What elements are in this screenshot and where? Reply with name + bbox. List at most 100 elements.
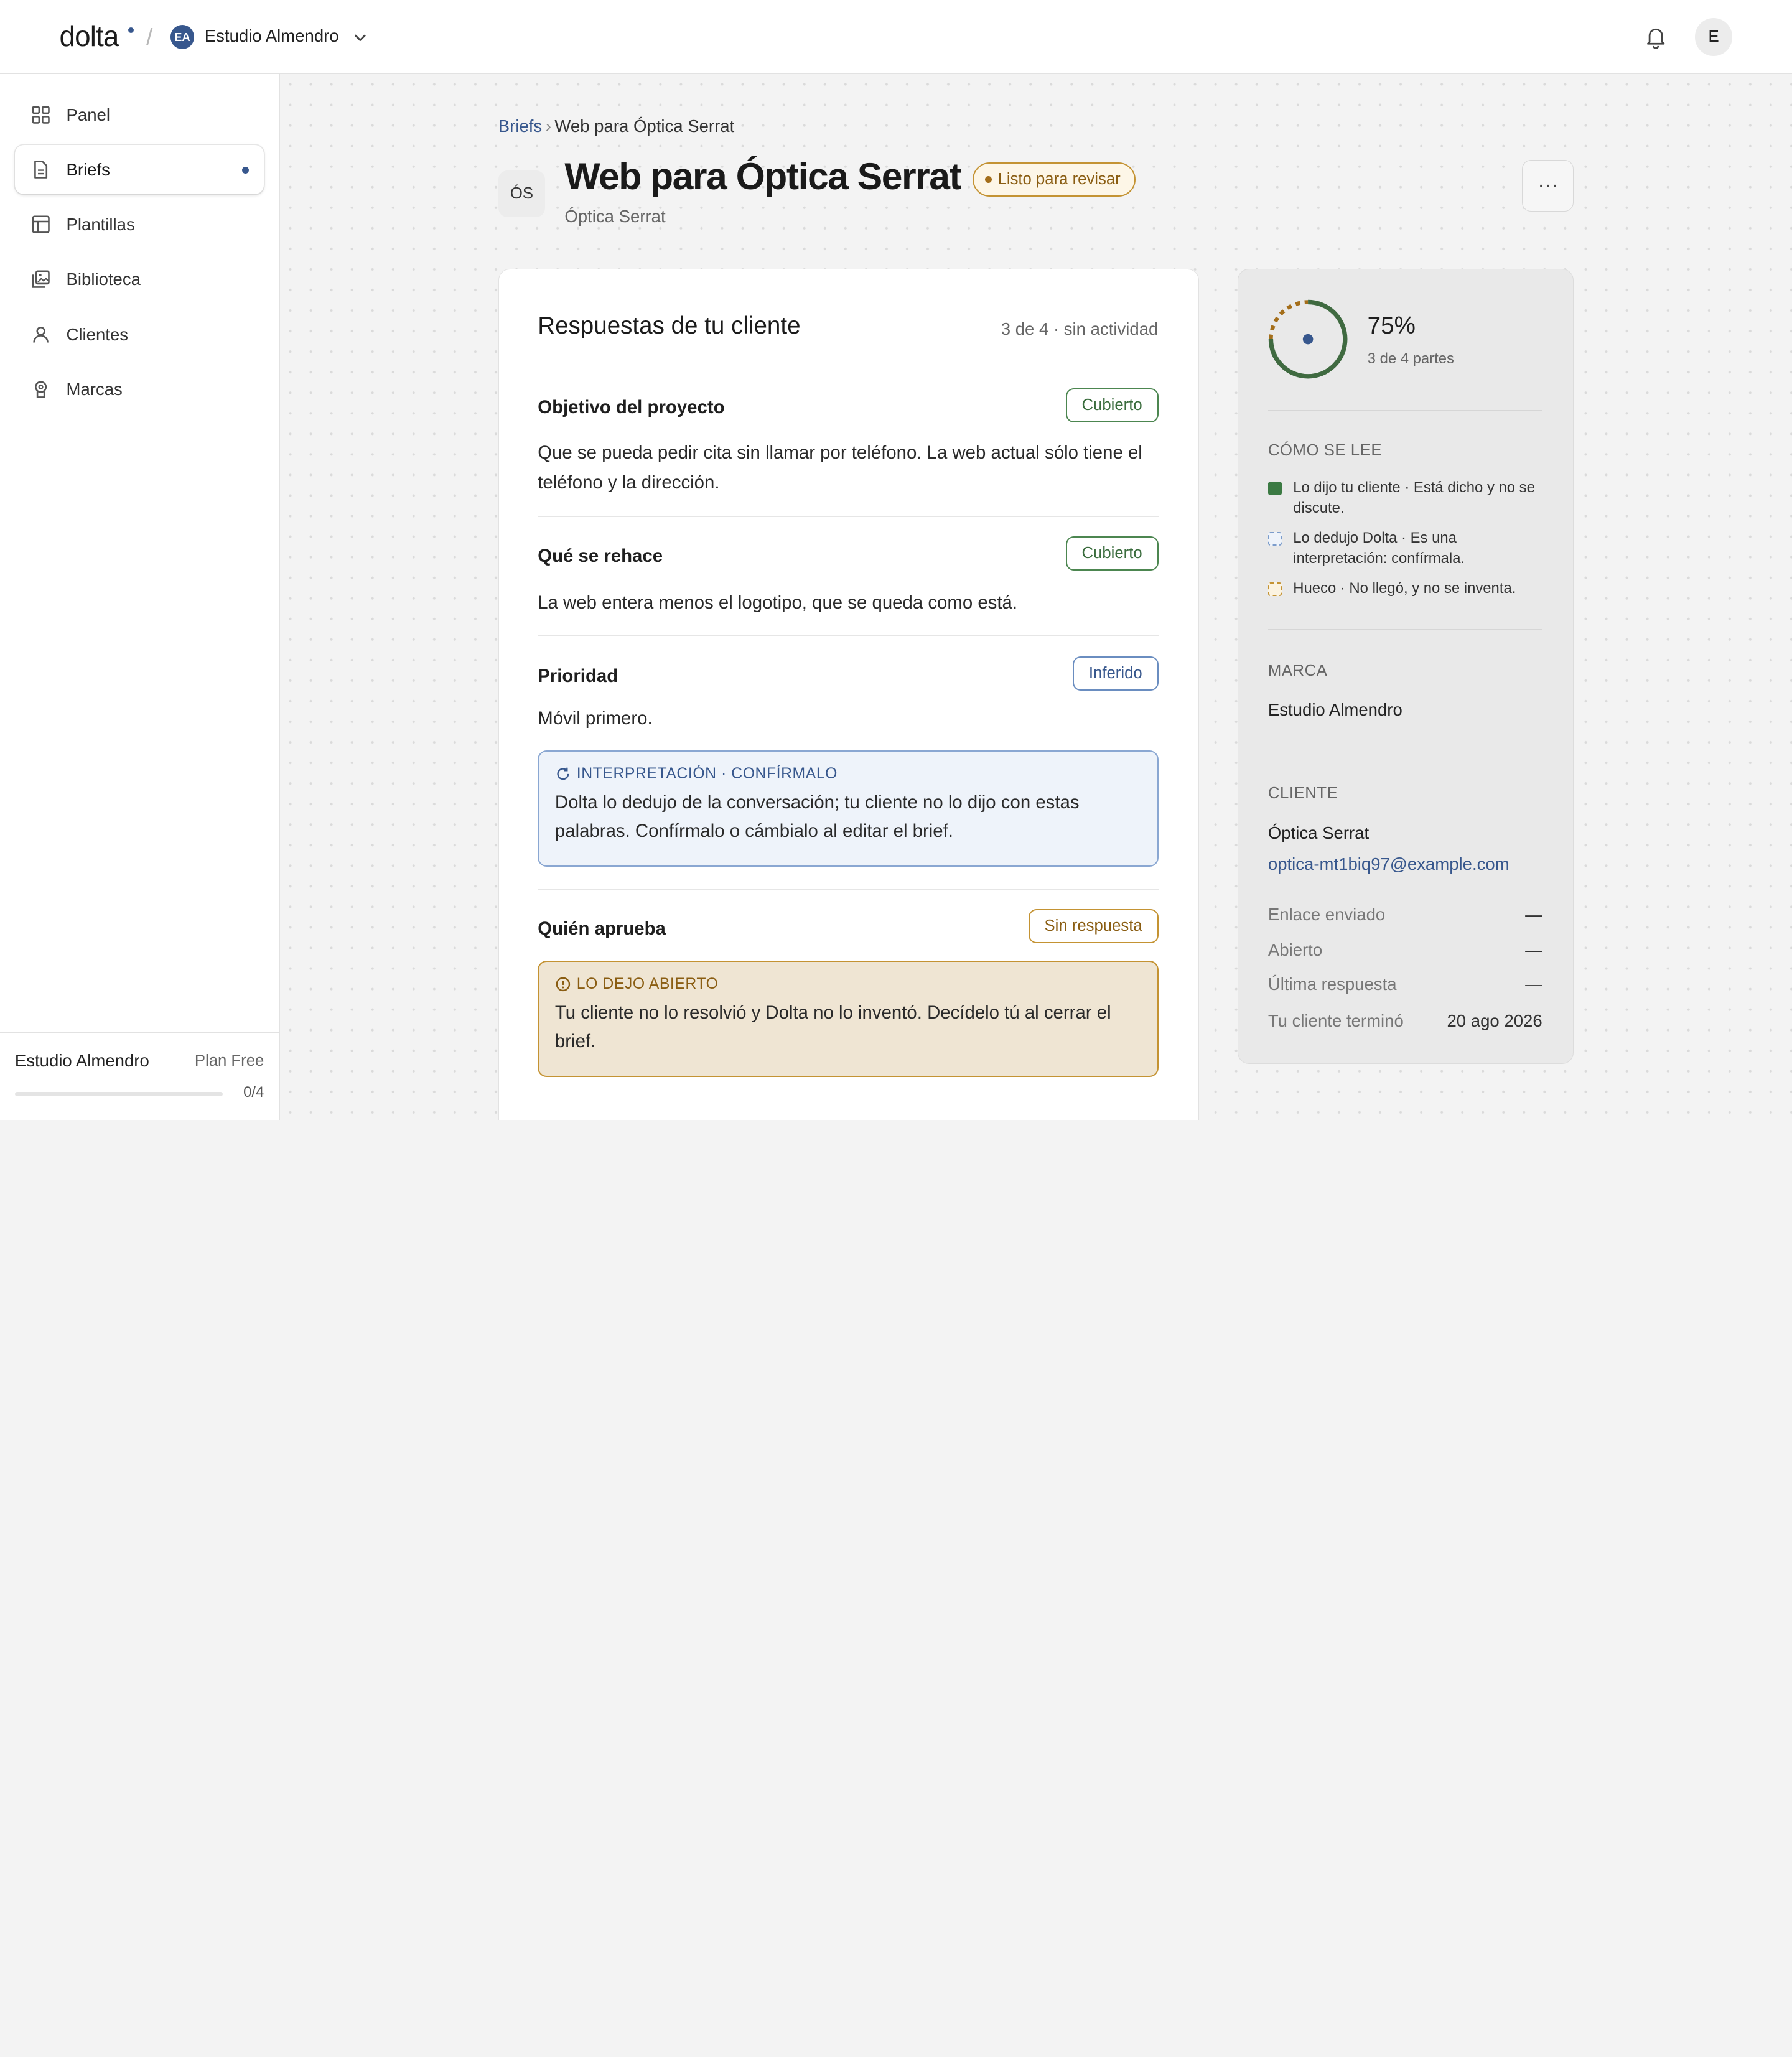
divider <box>538 889 1159 890</box>
question-title: Quién aprueba <box>538 918 666 939</box>
grid-icon <box>32 106 50 124</box>
divider <box>1267 752 1542 754</box>
legend-heading: CÓMO SE LEE <box>1267 441 1383 459</box>
legend-item-gap: Hueco · No llegó, y no se inventa. <box>1267 578 1542 599</box>
sidebar-item-label: Panel <box>66 105 110 124</box>
sidebar-item-plantillas[interactable]: Plantillas <box>15 200 264 249</box>
sidebar-item-label: Marcas <box>66 379 123 399</box>
timeline-label: Tu cliente terminó <box>1267 1010 1404 1030</box>
legend-item-inferred: Lo dedujo Dolta · Es una interpretación:… <box>1267 528 1542 569</box>
timeline-value: — <box>1525 974 1542 994</box>
timeline-value: 20 ago 2026 <box>1447 1010 1542 1030</box>
question-title: Prioridad <box>538 665 618 686</box>
refresh-icon <box>557 767 569 780</box>
note-body: Tu cliente no lo resolvió y Dolta no lo … <box>554 1002 1111 1052</box>
coverage-badge: Sin respuesta <box>1028 909 1159 944</box>
coverage-badge: Cubierto <box>1065 388 1159 422</box>
more-options-button[interactable]: ··· <box>1522 160 1574 212</box>
legend-text: Hueco · No llegó, y no se inventa. <box>1293 579 1516 597</box>
coverage-badge: Inferido <box>1073 656 1159 691</box>
badge-icon <box>34 381 47 398</box>
document-icon <box>34 161 47 179</box>
page-title: Web para Óptica Serrat <box>564 154 961 197</box>
sidebar-item-marcas[interactable]: Marcas <box>15 365 264 414</box>
summary-panel: 75% 3 de 4 partes CÓMO SE LEE Lo dijo tu… <box>1238 268 1574 1064</box>
timeline-row: Última respuesta — <box>1268 974 1542 994</box>
open-question-note: LO DEJO ABIERTO Tu cliente no lo resolvi… <box>538 960 1159 1078</box>
divider <box>1267 409 1542 411</box>
timeline-label: Enlace enviado <box>1267 904 1386 924</box>
logo-dot <box>128 27 134 34</box>
note-heading-label: INTERPRETACIÓN · CONFÍRMALO <box>576 765 838 782</box>
client-heading: CLIENTE <box>1267 784 1338 802</box>
legend-item-client: Lo dijo tu cliente · Está dicho y no se … <box>1267 477 1542 518</box>
divider <box>1267 629 1542 630</box>
logo[interactable]: dolta <box>60 19 119 53</box>
answers-title: Respuestas de tu cliente <box>538 312 801 340</box>
timeline-label: Última respuesta <box>1267 974 1397 994</box>
plan-footer: Estudio Almendro Plan Free 0/4 <box>0 1032 280 1120</box>
app-root: dolta / EA Estudio Almendro E Panel Brie… <box>0 0 1792 1120</box>
progress-percent: 75% <box>1367 312 1416 340</box>
legend-text: Lo dedujo Dolta · Es una interpretación:… <box>1293 529 1465 567</box>
sidebar-item-label: Clientes <box>66 324 129 344</box>
status-label: Listo para revisar <box>997 170 1121 188</box>
brand-heading: MARCA <box>1267 662 1328 680</box>
coverage-badge: Cubierto <box>1065 536 1159 571</box>
breadcrumb-current: Web para Óptica Serrat <box>554 116 735 136</box>
note-heading: LO DEJO ABIERTO <box>555 976 1141 993</box>
page-subtitle: Óptica Serrat <box>564 207 666 226</box>
plan-usage-bar <box>14 1092 223 1097</box>
sidebar-item-label: Biblioteca <box>66 269 141 289</box>
client-email-link[interactable]: optica-mt1biq97@example.com <box>1268 854 1510 874</box>
status-dot <box>985 175 992 183</box>
answers-meta: 3 de 4 · sin actividad <box>1001 319 1159 339</box>
client-initials-tile: ÓS <box>498 170 546 217</box>
chevron-down-icon[interactable] <box>352 30 368 46</box>
alert-circle-icon <box>556 977 571 992</box>
breadcrumb: Briefs › Web para Óptica Serrat <box>498 116 734 136</box>
breadcrumb-separator: › <box>545 116 551 136</box>
question-title: Objetivo del proyecto <box>538 397 725 418</box>
plan-workspace: Estudio Almendro <box>14 1050 149 1070</box>
question-answer: La web entera menos el logotipo, que se … <box>538 592 1018 613</box>
question-title: Qué se rehace <box>538 546 663 567</box>
legend-swatch-solid <box>1267 482 1282 496</box>
progress-center-dot <box>1302 334 1314 344</box>
timeline-row: Abierto — <box>1268 940 1542 960</box>
timeline-value: — <box>1525 904 1542 924</box>
workspace-switcher[interactable]: Estudio Almendro <box>205 26 339 46</box>
note-body: Dolta lo dedujo de la conversación; tu c… <box>554 792 1080 841</box>
sidebar-item-briefs[interactable]: Briefs <box>14 145 264 195</box>
sidebar-item-clientes[interactable]: Clientes <box>15 310 264 359</box>
breadcrumb-link-briefs[interactable]: Briefs <box>498 116 542 136</box>
workspace-avatar[interactable]: EA <box>170 25 195 49</box>
unread-dot <box>242 167 250 174</box>
bell-icon[interactable] <box>1643 24 1668 49</box>
breadcrumb-slash: / <box>146 24 153 50</box>
main-content: Briefs › Web para Óptica Serrat ÓS Web par… <box>279 74 1792 1120</box>
top-bar: dolta / EA Estudio Almendro E <box>0 0 1792 75</box>
sidebar-item-biblioteca[interactable]: Biblioteca <box>15 255 264 304</box>
note-heading: INTERPRETACIÓN · CONFÍRMALO <box>555 765 1141 783</box>
sidebar: Panel Briefs Plantillas Biblioteca Clien… <box>0 74 280 1120</box>
layout-icon <box>32 215 50 234</box>
interpretation-note: INTERPRETACIÓN · CONFÍRMALO Dolta lo ded… <box>538 750 1159 867</box>
question-answer: Móvil primero. <box>538 707 653 729</box>
sidebar-item-panel[interactable]: Panel <box>15 90 264 139</box>
timeline-row: Tu cliente terminó 20 ago 2026 <box>1268 1011 1542 1031</box>
user-avatar[interactable]: E <box>1694 18 1733 56</box>
client-name: Óptica Serrat <box>1267 823 1370 843</box>
sidebar-item-label: Plantillas <box>66 215 135 235</box>
divider <box>538 516 1159 518</box>
answers-card: Respuestas de tu cliente 3 de 4 · sin ac… <box>498 268 1199 1120</box>
brand-value: Estudio Almendro <box>1267 700 1402 720</box>
note-heading-label: LO DEJO ABIERTO <box>576 975 719 992</box>
legend-text: Lo dijo tu cliente · Está dicho y no se … <box>1293 478 1535 516</box>
plan-usage-count: 0/4 <box>243 1084 264 1101</box>
divider <box>538 635 1159 637</box>
plan-name[interactable]: Plan Free <box>195 1052 264 1070</box>
sidebar-item-label: Briefs <box>66 160 110 180</box>
status-badge: Listo para revisar <box>973 162 1136 197</box>
gallery-icon <box>32 270 50 289</box>
